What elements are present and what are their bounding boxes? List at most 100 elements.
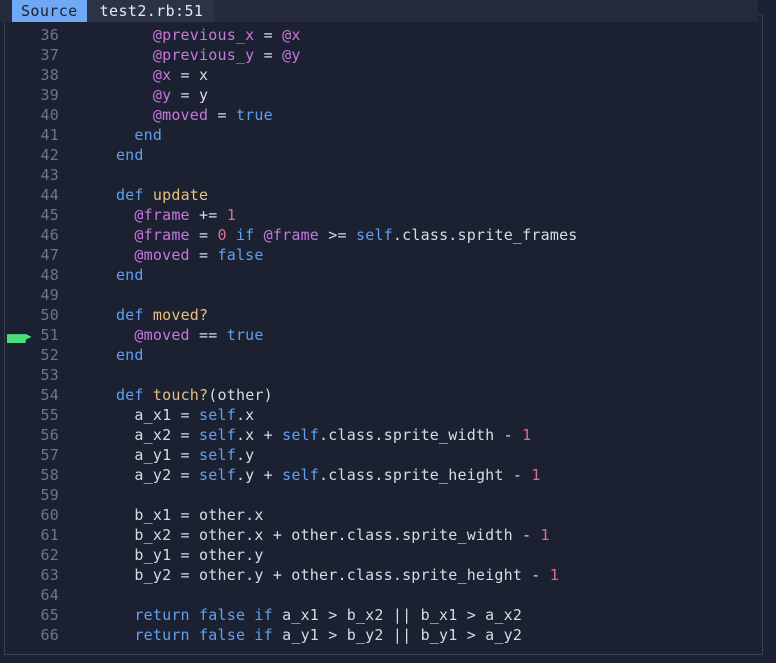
code-token: @moved — [152, 106, 209, 124]
code-token: @frame — [263, 226, 320, 244]
code-token: def — [115, 186, 144, 204]
code-line[interactable]: 47 @moved = false — [5, 245, 762, 265]
line-source-text: end — [59, 125, 762, 145]
line-number: 38 — [40, 66, 59, 84]
source-code-pane[interactable]: 36 @previous_x = @x 37 @previous_y = @y 38… — [4, 14, 763, 655]
line-source-text: @moved == true — [59, 325, 762, 345]
code-token: == — [189, 326, 227, 344]
code-line[interactable]: 57 a_y1 = self.y — [5, 445, 762, 465]
code-line[interactable]: 42 end — [5, 145, 762, 165]
code-token: @y — [152, 86, 172, 104]
code-line[interactable]: 55 a_x1 = self.x — [5, 405, 762, 425]
code-token: end — [134, 126, 163, 144]
code-line[interactable]: 50 def moved? — [5, 305, 762, 325]
code-token: b_x2 = other.x + other.class.sprite_widt… — [79, 526, 541, 544]
code-token: = y — [171, 86, 209, 104]
code-line[interactable]: 64 — [5, 585, 762, 605]
code-line[interactable]: 52 end — [5, 345, 762, 365]
code-token: if — [235, 226, 255, 244]
code-token: >= — [319, 226, 356, 244]
code-line[interactable]: 58 a_y2 = self.y + self.class.sprite_hei… — [5, 465, 762, 485]
code-token: @moved — [134, 246, 190, 264]
line-source-text: a_x1 = self.x — [59, 405, 762, 425]
source-tab-badge[interactable]: Source — [12, 0, 87, 22]
code-token: = — [208, 106, 236, 124]
code-line[interactable]: ▅▅▸ 51 @moved == true — [5, 325, 762, 345]
code-line[interactable]: 41 end — [5, 125, 762, 145]
line-source-text: @previous_y = @y — [59, 45, 762, 65]
code-token: true — [235, 106, 273, 124]
code-token: end — [115, 346, 144, 364]
code-line[interactable]: 53 — [5, 365, 762, 385]
code-token: = — [189, 246, 218, 264]
line-number: 45 — [40, 206, 59, 224]
code-token: end — [115, 266, 144, 284]
code-token: def — [115, 306, 144, 324]
code-line[interactable]: 62 b_y1 = other.y — [5, 545, 762, 565]
line-source-text: end — [59, 265, 762, 285]
code-token: b_x1 = other.x — [79, 506, 264, 524]
code-token: b_y1 = other.y — [79, 546, 264, 564]
code-token: if — [254, 626, 273, 644]
code-line[interactable]: 38 @x = x — [5, 65, 762, 85]
code-token: touch? — [152, 386, 209, 404]
line-source-text: return false if a_y1 > b_y2 || b_y1 > a_… — [59, 625, 762, 645]
line-number: 59 — [40, 486, 59, 504]
code-line[interactable]: 54 def touch?(other) — [5, 385, 762, 405]
code-token: a_x1 > b_x2 || b_x1 > a_x2 — [272, 606, 523, 624]
code-token: update — [152, 186, 209, 204]
line-number: 61 — [40, 526, 59, 544]
code-token: end — [115, 146, 144, 164]
code-token: self — [282, 466, 320, 484]
code-token: .class.sprite_width - — [319, 426, 523, 444]
code-token: .class.sprite_frames — [392, 226, 578, 244]
code-line[interactable]: 37 @previous_y = @y — [5, 45, 762, 65]
code-line[interactable]: 56 a_x2 = self.x + self.class.sprite_wid… — [5, 425, 762, 445]
code-line[interactable]: 46 @frame = 0 if @frame >= self.class.sp… — [5, 225, 762, 245]
code-token: 1 — [531, 466, 541, 484]
code-token: @moved — [134, 326, 190, 344]
code-line[interactable]: 48 end — [5, 265, 762, 285]
header-left-padding — [0, 0, 12, 22]
code-token: @previous_x — [152, 26, 255, 44]
code-line[interactable]: 65 return false if a_x1 > b_x2 || b_x1 >… — [5, 605, 762, 625]
code-line[interactable]: 39 @y = y — [5, 85, 762, 105]
line-number: 66 — [40, 626, 59, 644]
file-location-badge[interactable]: test2.rb:51 — [86, 0, 215, 22]
line-source-text: b_x2 = other.x + other.class.sprite_widt… — [59, 525, 762, 545]
line-source-text: b_y1 = other.y — [59, 545, 762, 565]
source-header-bar: Source test2.rb:51 — [0, 0, 758, 22]
code-line[interactable]: 63 b_y2 = other.y + other.class.sprite_h… — [5, 565, 762, 585]
code-line[interactable]: 66 return false if a_y1 > b_y2 || b_y1 >… — [5, 625, 762, 645]
code-token: 0 — [217, 226, 227, 244]
code-line[interactable]: 59 — [5, 485, 762, 505]
line-source-text: b_y2 = other.y + other.class.sprite_heig… — [59, 565, 762, 585]
code-line[interactable]: 61 b_x2 = other.x + other.class.sprite_w… — [5, 525, 762, 545]
code-line[interactable]: 44 def update — [5, 185, 762, 205]
line-number: 55 — [40, 406, 59, 424]
line-source-text: end — [59, 345, 762, 365]
code-line[interactable]: 60 b_x1 = other.x — [5, 505, 762, 525]
code-line[interactable]: 49 — [5, 285, 762, 305]
code-line[interactable]: 45 @frame += 1 — [5, 205, 762, 225]
code-line[interactable]: 36 @previous_x = @x — [5, 25, 762, 45]
line-number: 49 — [40, 286, 59, 304]
code-token: self — [199, 466, 236, 484]
code-token: .x — [235, 406, 255, 424]
code-token: @frame — [134, 226, 190, 244]
code-token: b_y2 = other.y + other.class.sprite_heig… — [79, 566, 550, 584]
code-line[interactable]: 43 — [5, 165, 762, 185]
line-number: 65 — [40, 606, 59, 624]
code-token: def — [115, 386, 144, 404]
code-token: return — [134, 626, 190, 644]
code-line[interactable]: 40 @moved = true — [5, 105, 762, 125]
